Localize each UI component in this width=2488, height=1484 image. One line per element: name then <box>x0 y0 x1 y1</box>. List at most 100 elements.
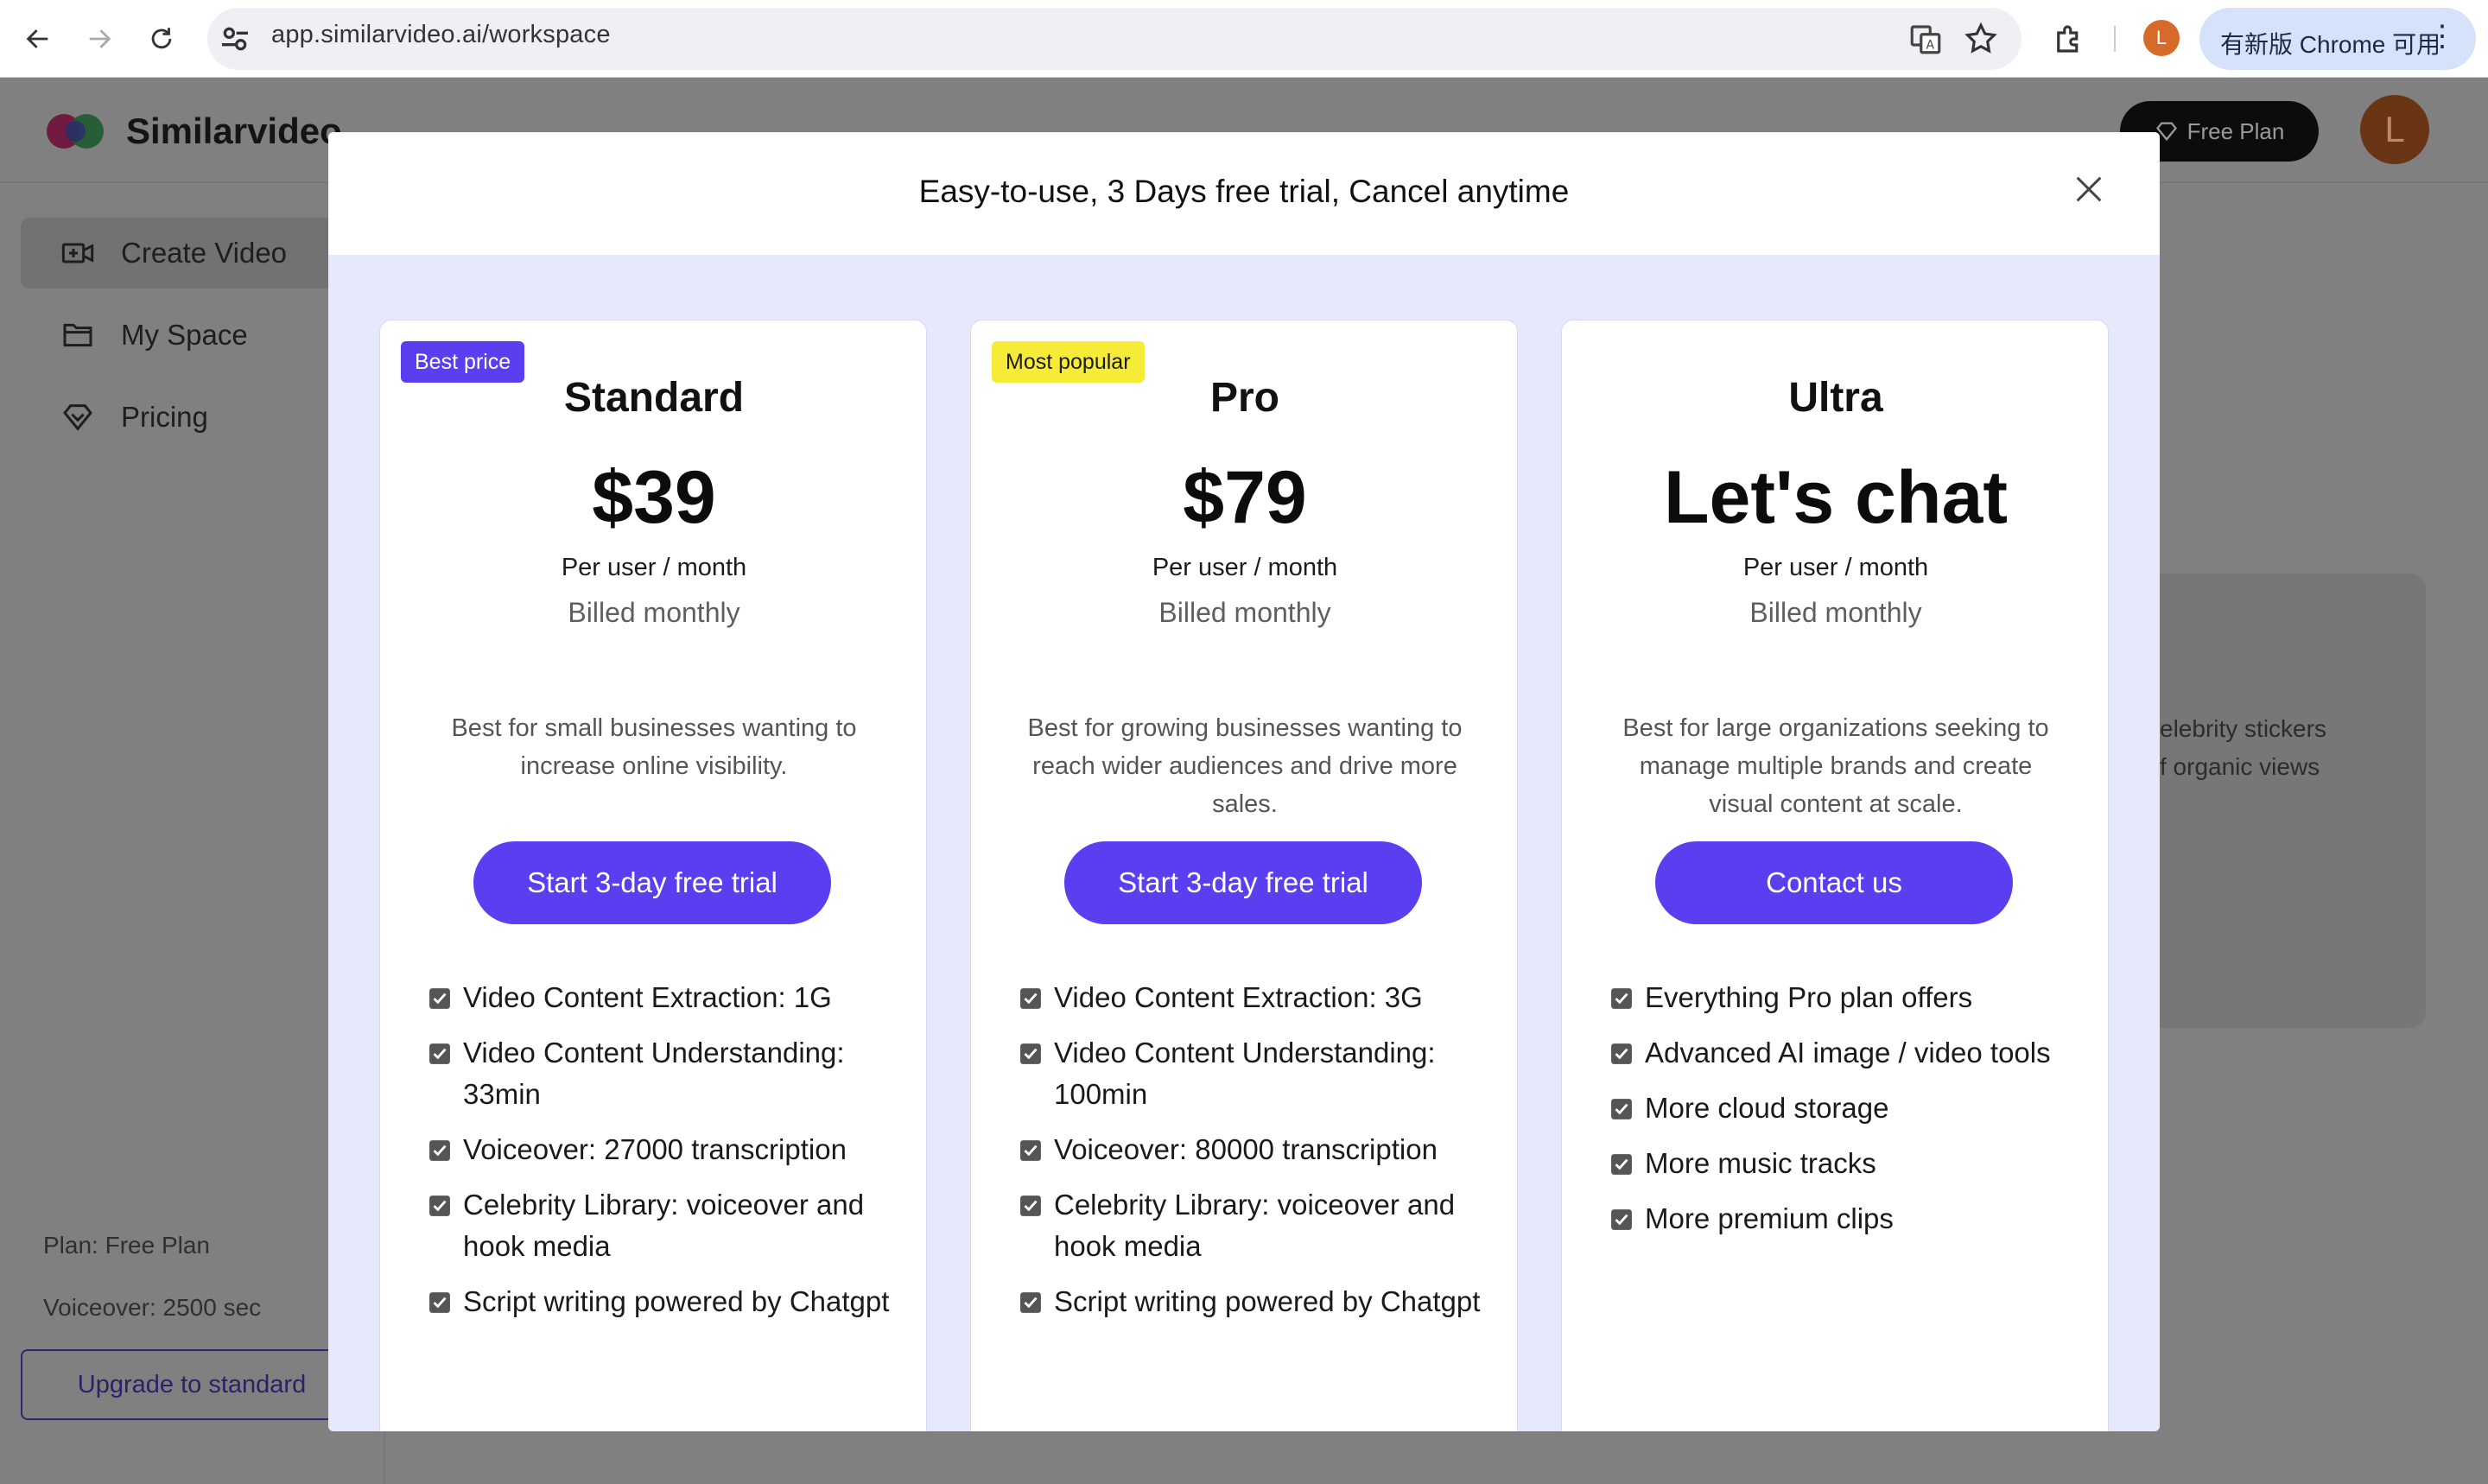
checkbox-icon <box>429 988 450 1009</box>
feature-item: Celebrity Library: voiceover and hook me… <box>428 1184 912 1267</box>
plan-billing: Billed monthly <box>1158 597 1331 628</box>
plan-price: $39 <box>592 456 716 539</box>
free-plan-label: Free Plan <box>2187 117 2285 144</box>
feature-text: Advanced AI image / video tools <box>1645 1037 2051 1069</box>
brand-name: Similarvideo <box>126 111 342 151</box>
feature-item: Voiceover: 80000 transcription <box>1019 1129 1503 1170</box>
feature-text: Voiceover: 80000 transcription <box>1054 1133 1438 1165</box>
chrome-update-button[interactable]: 有新版 Chrome 可用 ⋮ <box>2199 8 2476 70</box>
plan-info: Plan: Free Plan <box>43 1232 210 1259</box>
extensions-icon[interactable] <box>2051 21 2087 57</box>
feature-item: Video Content Extraction: 3G <box>1019 977 1503 1018</box>
feature-text: Video Content Extraction: 1G <box>463 981 832 1013</box>
checkbox-icon <box>1020 1292 1041 1313</box>
plan-price: $79 <box>1183 456 1307 539</box>
feature-item: Video Content Extraction: 1G <box>428 977 912 1018</box>
sidebar-item-label: Pricing <box>121 401 208 433</box>
background-card-text: f organic views <box>2160 753 2320 780</box>
toolbar-divider <box>2114 26 2116 52</box>
feature-list: Video Content Extraction: 3G Video Conte… <box>1019 977 1503 1336</box>
feature-item: Everything Pro plan offers <box>1610 977 2094 1018</box>
feature-item: Script writing powered by Chatgpt <box>428 1281 912 1322</box>
url-text[interactable]: app.similarvideo.ai/workspace <box>271 21 611 49</box>
close-icon <box>2076 176 2102 202</box>
close-button[interactable] <box>2072 172 2106 206</box>
plan-name: Pro <box>1209 375 1279 421</box>
feature-item: Video Content Understanding: 100min <box>1019 1032 1503 1115</box>
folder-icon <box>63 323 92 347</box>
feature-text: Script writing powered by Chatgpt <box>463 1285 890 1317</box>
reload-button[interactable] <box>142 19 181 59</box>
plan-card-standard: Best price Standard $39 Per user / month… <box>379 320 927 1431</box>
feature-text: Voiceover: 27000 transcription <box>463 1133 847 1165</box>
contact-us-button[interactable]: Contact us <box>1655 841 2013 924</box>
feature-text: Video Content Understanding: 100min <box>1054 1037 1436 1110</box>
background-card-text: elebrity stickers <box>2160 715 2326 742</box>
back-button[interactable] <box>18 19 58 59</box>
checkbox-icon <box>1020 1140 1041 1161</box>
plan-price: Let's chat <box>1663 456 2008 539</box>
upgrade-button[interactable]: Upgrade to standard <box>21 1349 363 1420</box>
checkbox-icon <box>429 1292 450 1313</box>
feature-text: Video Content Extraction: 3G <box>1054 981 1423 1013</box>
plan-per-user: Per user / month <box>1742 554 1929 581</box>
diamond-icon <box>63 404 92 431</box>
plan-per-user: Per user / month <box>561 554 747 581</box>
sidebar-item-label: My Space <box>121 319 248 351</box>
plan-description: Best for large organizations seeking to … <box>1622 714 2049 818</box>
sidebar-item-label: Create Video <box>121 237 288 269</box>
feature-text: Celebrity Library: voiceover and hook me… <box>1054 1189 1456 1262</box>
browser-toolbar: app.similarvideo.ai/workspace A L 有新版 Ch… <box>0 0 2488 78</box>
star-icon[interactable] <box>1963 21 1999 57</box>
modal-header: Easy-to-use, 3 Days free trial, Cancel a… <box>328 132 2160 255</box>
feature-text: Video Content Understanding: 33min <box>463 1037 845 1110</box>
checkbox-icon <box>1020 1043 1041 1064</box>
checkbox-icon <box>1611 1154 1632 1175</box>
voiceover-info: Voiceover: 2500 sec <box>43 1294 262 1321</box>
feature-item: Video Content Understanding: 33min <box>428 1032 912 1115</box>
checkbox-icon <box>429 1195 450 1216</box>
forward-button[interactable] <box>79 19 119 59</box>
plan-card-pro: Most popular Pro $79 Per user / month Bi… <box>970 320 1518 1431</box>
plan-billing: Billed monthly <box>568 597 740 628</box>
plan-name: Ultra <box>1788 375 1883 421</box>
start-trial-button[interactable]: Start 3-day free trial <box>473 841 831 924</box>
feature-text: Script writing powered by Chatgpt <box>1054 1285 1481 1317</box>
checkbox-icon <box>1611 1099 1632 1119</box>
svg-text:A: A <box>1926 38 1934 52</box>
checkbox-icon <box>1020 1195 1041 1216</box>
plan-per-user: Per user / month <box>1152 554 1338 581</box>
feature-text: More music tracks <box>1645 1147 1876 1179</box>
feature-item: More music tracks <box>1610 1143 2094 1184</box>
checkbox-icon <box>1020 988 1041 1009</box>
translate-icon[interactable]: A <box>1907 21 1944 57</box>
plan-name: Standard <box>563 375 745 421</box>
arrow-right-icon <box>89 29 111 48</box>
feature-list: Video Content Extraction: 1G Video Conte… <box>428 977 912 1336</box>
plan-description: Best for growing businesses wanting to r… <box>1027 714 1463 818</box>
browser-profile-avatar[interactable]: L <box>2143 20 2180 56</box>
site-settings-icon[interactable] <box>218 22 252 56</box>
feature-text: Celebrity Library: voiceover and hook me… <box>463 1189 865 1262</box>
arrow-left-icon <box>26 29 48 48</box>
plan-card-ultra: Ultra Let's chat Per user / month Billed… <box>1561 320 2109 1431</box>
feature-list: Everything Pro plan offers Advanced AI i… <box>1610 977 2094 1253</box>
feature-item: More cloud storage <box>1610 1088 2094 1129</box>
feature-item: Script writing powered by Chatgpt <box>1019 1281 1503 1322</box>
plan-description: Best for small businesses wanting to inc… <box>451 714 857 780</box>
chrome-update-label: 有新版 Chrome 可用 <box>2220 31 2441 58</box>
start-trial-button[interactable]: Start 3-day free trial <box>1064 841 1422 924</box>
pricing-modal: Easy-to-use, 3 Days free trial, Cancel a… <box>328 132 2160 1431</box>
checkbox-icon <box>1611 1043 1632 1064</box>
feature-item: Advanced AI image / video tools <box>1610 1032 2094 1074</box>
checkbox-icon <box>1611 1209 1632 1230</box>
brand-logo-icon <box>47 114 104 149</box>
feature-text: More premium clips <box>1645 1202 1894 1234</box>
modal-title: Easy-to-use, 3 Days free trial, Cancel a… <box>918 174 1570 209</box>
checkbox-icon <box>429 1140 450 1161</box>
checkbox-icon <box>429 1043 450 1064</box>
plan-billing: Billed monthly <box>1749 597 1922 628</box>
feature-item: Celebrity Library: voiceover and hook me… <box>1019 1184 1503 1267</box>
reload-icon <box>151 28 172 49</box>
user-avatar[interactable]: L <box>2360 95 2429 164</box>
